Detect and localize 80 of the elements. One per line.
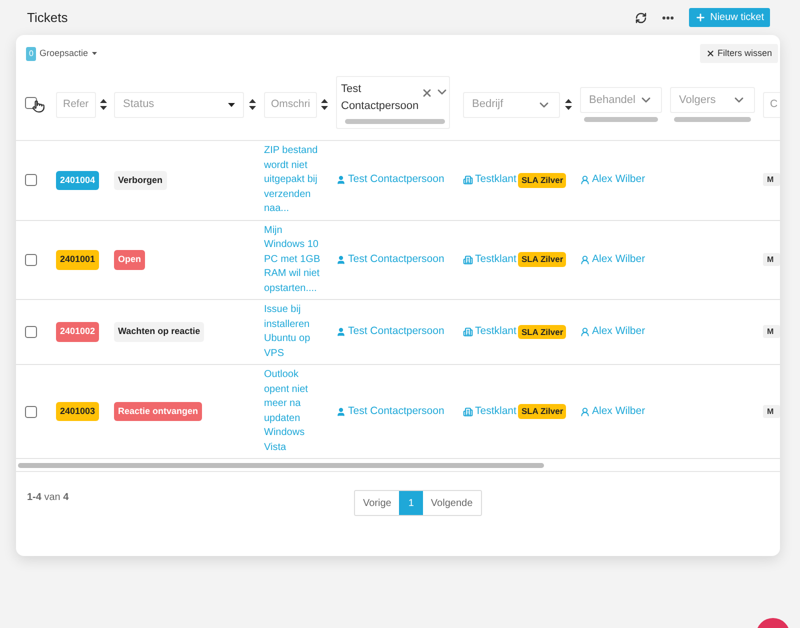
- filter-select[interactable]: Bedrijf: [463, 92, 560, 118]
- handler-link[interactable]: Alex Wilber: [592, 404, 646, 420]
- contact-link[interactable]: Test Contactpersoon: [348, 404, 444, 420]
- sort-icon[interactable]: [321, 99, 328, 110]
- table-cell: M: [763, 173, 780, 186]
- refresh-icon[interactable]: [635, 12, 648, 24]
- filter-field[interactable]: Omschri: [264, 92, 318, 118]
- ticket-description-link[interactable]: Outlook opent niet meer na updaten Windows Vista: [264, 368, 324, 455]
- status-tag: Open: [114, 250, 146, 270]
- contact-link[interactable]: Test Contactpersoon: [348, 172, 444, 188]
- handler-link[interactable]: Alex Wilber: [592, 324, 646, 340]
- filter-select[interactable]: Status: [114, 92, 244, 118]
- row-checkbox[interactable]: [25, 326, 37, 338]
- filter-select[interactable]: Behandel: [580, 87, 662, 113]
- person-icon: [336, 175, 346, 186]
- handler-link[interactable]: Alex Wilber: [592, 252, 646, 268]
- company-link[interactable]: Testklant: [475, 172, 516, 188]
- person-icon: [336, 327, 346, 337]
- table-cell: M: [763, 252, 780, 266]
- person-icon: [580, 327, 590, 337]
- company-link[interactable]: Testklant: [475, 252, 516, 268]
- status-tag: Reactie ontvangen: [114, 402, 202, 422]
- ticket-description-link[interactable]: Mijn Windows 10 PC met 1GB RAM wil niet opstarten....: [264, 224, 324, 296]
- building-icon: [463, 175, 473, 186]
- person-icon: [336, 406, 346, 416]
- table-cell: M: [763, 325, 780, 338]
- page-button[interactable]: 1: [399, 491, 423, 515]
- sla-tag: SLA Zilver: [518, 404, 566, 419]
- person-icon: [580, 175, 590, 186]
- sla-tag: SLA Zilver: [518, 252, 566, 268]
- caret-icon: [92, 52, 97, 55]
- plus-icon: [695, 12, 706, 23]
- building-icon: [463, 327, 473, 337]
- new-ticket-button[interactable]: Nieuw ticket: [689, 8, 770, 27]
- reference-tag: 2401004: [56, 170, 100, 190]
- person-icon: [580, 406, 590, 416]
- filter-value: Test Contactpersoon: [341, 82, 420, 114]
- page-title: Tickets: [27, 8, 69, 27]
- status-tag: Verborgen: [114, 170, 167, 190]
- person-icon: [580, 254, 590, 265]
- building-icon: [463, 254, 473, 265]
- person-icon: [336, 254, 346, 265]
- reference-tag: 2401002: [56, 322, 100, 342]
- horizontal-scrollbar[interactable]: [18, 462, 544, 468]
- status-tag: Wachten op reactie: [114, 322, 204, 342]
- table-cell: M: [763, 404, 780, 418]
- hand-pointer-icon: [32, 100, 45, 112]
- ticket-description-link[interactable]: ZIP bestand wordt niet uitgepakt bij verzenden naa...: [264, 144, 324, 216]
- scrollbar[interactable]: [674, 117, 751, 122]
- sla-tag: SLA Zilver: [518, 324, 566, 340]
- company-link[interactable]: Testklant: [475, 404, 516, 420]
- reference-tag: 2401001: [56, 250, 100, 270]
- count-badge: 0: [26, 46, 36, 60]
- group-action-dropdown[interactable]: Groepsactie: [39, 46, 97, 60]
- row-checkbox[interactable]: [25, 406, 37, 418]
- scrollbar[interactable]: [345, 119, 445, 124]
- filter-select[interactable]: Volgers: [670, 87, 755, 113]
- sla-tag: SLA Zilver: [518, 172, 566, 188]
- select-all-checkbox[interactable]: [25, 96, 37, 108]
- reference-tag: 2401003: [56, 402, 100, 422]
- handler-link[interactable]: Alex Wilber: [592, 172, 646, 188]
- results-summary: 1-4 van 4: [27, 491, 69, 505]
- filter-field[interactable]: Refer: [56, 92, 96, 118]
- row-checkbox[interactable]: [25, 174, 37, 186]
- close-icon: [706, 49, 716, 58]
- company-link[interactable]: Testklant: [475, 324, 516, 340]
- sort-icon[interactable]: [565, 99, 572, 110]
- contact-link[interactable]: Test Contactpersoon: [348, 324, 444, 340]
- filter-field[interactable]: C: [763, 92, 780, 118]
- building-icon: [463, 406, 473, 416]
- contact-link[interactable]: Test Contactpersoon: [348, 252, 444, 268]
- caret-icon: [228, 102, 235, 106]
- clear-icon[interactable]: [421, 87, 433, 99]
- contact-filter-select[interactable]: Test Contactpersoon: [336, 76, 450, 129]
- row-checkbox[interactable]: [25, 254, 37, 266]
- sort-icon[interactable]: [249, 99, 256, 110]
- sort-icon[interactable]: [100, 99, 107, 110]
- ticket-description-link[interactable]: Issue bij installeren Ubuntu op VPS: [264, 303, 324, 361]
- clear-filters-button[interactable]: Filters wissen: [700, 44, 778, 63]
- scrollbar[interactable]: [584, 117, 658, 122]
